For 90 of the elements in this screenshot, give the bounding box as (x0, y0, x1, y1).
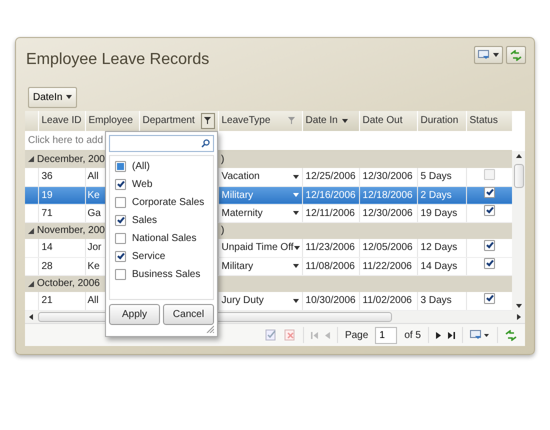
column-header[interactable]: Date Out (359, 110, 417, 131)
refresh-button[interactable] (506, 46, 526, 64)
page-label: Page (344, 328, 368, 343)
monitor-icon (478, 50, 490, 60)
dropdown-caret-icon[interactable] (292, 298, 299, 303)
table-cell: 71 (42, 208, 53, 219)
last-page-icon[interactable] (448, 332, 455, 339)
table-cell-text: Vacation (222, 170, 260, 184)
group-by-button[interactable]: DateIn (28, 86, 78, 108)
table-cell-text: Military (222, 260, 254, 274)
export-button[interactable] (474, 46, 503, 64)
group-header: December, 200 (37, 153, 105, 168)
column-header[interactable]: Status (466, 110, 512, 131)
vertical-scrollbar[interactable] (512, 151, 525, 312)
next-page-icon[interactable] (436, 332, 441, 339)
table-cell: All (88, 295, 99, 306)
checkbox[interactable] (484, 258, 495, 270)
column-header[interactable]: LeaveType (218, 110, 302, 131)
group-header: October, 2006 (37, 277, 100, 292)
search-icon (201, 138, 210, 148)
table-cell-text: Military (222, 188, 254, 203)
checkbox[interactable] (484, 205, 495, 216)
column-header[interactable]: Leave ID (38, 110, 85, 131)
refresh-icon (510, 50, 522, 60)
table-cell: 14 (42, 242, 53, 254)
checkbox[interactable] (484, 168, 495, 180)
checkbox[interactable] (484, 187, 495, 198)
column-header[interactable]: Duration (417, 110, 466, 131)
column-header[interactable]: Department (139, 110, 218, 131)
table-cell: 11/22/2006 (362, 260, 412, 272)
table-cell-text: Unpaid Time Off (222, 241, 294, 256)
column-header[interactable]: Employee (85, 110, 139, 131)
table-cell: 11/08/2006 (306, 260, 355, 272)
filter-icon[interactable] (200, 112, 214, 129)
table-cell: Jor (88, 242, 102, 254)
export-icon[interactable] (470, 330, 490, 341)
table-cell: 28 (42, 260, 53, 272)
table-cell: 19 Days (420, 208, 458, 219)
page-count-label: of 5 (404, 328, 421, 343)
caret-icon (66, 95, 72, 100)
table-cell: 11/23/2006 (306, 242, 355, 254)
checkbox[interactable] (484, 292, 495, 304)
checkbox[interactable] (484, 240, 495, 251)
group-header: November, 200 (37, 224, 105, 238)
table-cell-text: Maternity (222, 206, 263, 221)
table-cell: 12/11/2006 (306, 208, 355, 219)
search-field[interactable] (109, 134, 214, 152)
apply-button[interactable]: Apply (109, 304, 160, 325)
checkbox[interactable] (115, 178, 126, 190)
checkbox[interactable] (115, 214, 126, 226)
panel-title: Employee Leave Records (26, 51, 210, 68)
cancel-button[interactable]: Cancel (163, 304, 214, 325)
new-row-hint[interactable]: Click here to add (28, 134, 104, 146)
table-cell: All (88, 171, 99, 182)
table-cell: 12/18/2006 (362, 190, 413, 201)
dropdown-caret-icon[interactable] (292, 211, 299, 216)
refresh-icon[interactable] (505, 330, 517, 341)
table-cell: 5 Days (420, 171, 452, 182)
table-cell: 12/30/2006 (362, 171, 413, 182)
table-cell: 12/05/2006 (362, 242, 413, 254)
page-input[interactable]: 1 (375, 326, 398, 344)
table-cell: 10/30/2006 (306, 295, 356, 306)
checkbox[interactable] (115, 268, 126, 280)
table-cell: 14 Days (420, 260, 458, 272)
table-cell: 12/25/2006 (306, 171, 356, 182)
scroll-up-icon[interactable] (516, 154, 522, 158)
table-cell: 2 Days (420, 190, 452, 201)
checkbox[interactable] (115, 196, 126, 208)
dropdown-caret-icon[interactable] (294, 246, 300, 250)
table-cell: Ke (88, 190, 100, 201)
table-cell: 3 Days (420, 295, 452, 306)
table-cell: 36 (42, 171, 53, 182)
dropdown-caret-icon[interactable] (292, 264, 299, 268)
table-cell: Ke (88, 260, 100, 272)
table-cell: 19 (42, 190, 53, 201)
resize-grip-icon[interactable] (206, 324, 214, 333)
checkbox[interactable] (115, 232, 126, 244)
table-cell-text: Jury Duty (222, 294, 264, 308)
table-cell: 21 (42, 295, 53, 306)
table-cell: 12/16/2006 (306, 190, 356, 201)
group-header-text: ) (221, 225, 224, 236)
scrollbar-thumb[interactable] (514, 164, 524, 188)
table-cell: 11/02/2006 (362, 295, 412, 306)
table-cell: 12/30/2006 (362, 208, 413, 219)
column-header[interactable]: Date In (302, 110, 359, 131)
group-header-text: ) (221, 154, 224, 166)
table-cell: Ga (88, 208, 101, 219)
table-cell: 12 Days (420, 242, 458, 254)
dropdown-caret-icon[interactable] (292, 174, 299, 179)
checkbox[interactable] (115, 250, 126, 262)
